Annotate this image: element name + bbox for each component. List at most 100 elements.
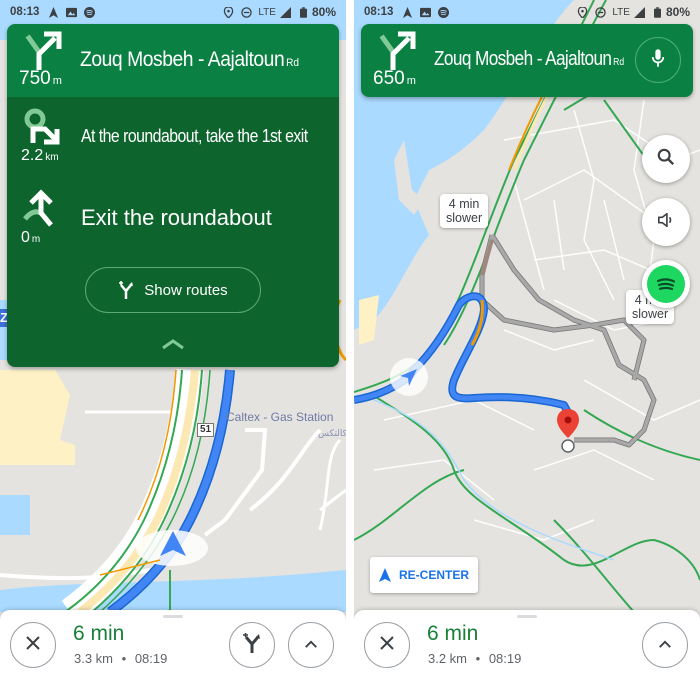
alternate-routes-button[interactable] — [229, 622, 275, 668]
re-center-label: RE-CENTER — [398, 568, 469, 582]
bubble-line-2: slower — [632, 307, 669, 321]
re-center-button[interactable]: RE-CENTER — [370, 557, 478, 593]
street-suffix: Rd — [286, 57, 300, 69]
routes-fork-icon — [118, 281, 134, 299]
trip-summary-sheet[interactable]: 6 min 3.2 km • 08:19 — [354, 610, 700, 678]
distance-unit: m — [406, 75, 416, 87]
trip-summary-sheet[interactable]: 6 min 3.3 km • 08:19 — [0, 610, 346, 678]
location-icon — [576, 6, 588, 18]
step-item[interactable]: 0m Exit the roundabout — [7, 183, 339, 259]
status-bar: 08:13 LTE 80% — [354, 0, 700, 24]
status-time: 08:13 — [364, 6, 394, 18]
poi-label-arabic: كالتكس — [318, 428, 346, 438]
spotify-button[interactable] — [642, 260, 690, 308]
close-icon — [379, 635, 395, 656]
trip-distance: 3.2 km — [428, 651, 468, 666]
show-routes-button[interactable]: Show routes — [85, 267, 261, 313]
bubble-line-2: slower — [446, 211, 483, 225]
image-icon — [419, 6, 431, 18]
battery-percent: 80% — [665, 5, 690, 19]
step-item[interactable]: 2.2 km At the roundabout, take the 1st ex… — [7, 101, 339, 177]
step-distance: 0m — [21, 229, 40, 247]
volume-icon — [657, 211, 675, 234]
roundabout-exit-icon — [23, 189, 63, 227]
current-maneuver-panel[interactable]: 650 m Zouq Mosbeh - Aajaltoun Rd — [361, 24, 693, 97]
exit-navigation-button[interactable] — [10, 622, 56, 668]
alt-route-time-bubble[interactable]: 4 min slower — [440, 194, 489, 228]
trip-distance: 3.3 km — [74, 651, 114, 666]
navigation-icon — [401, 6, 413, 18]
current-location-arrow-icon — [400, 369, 417, 386]
drag-handle[interactable] — [517, 615, 537, 618]
separator: • — [121, 651, 127, 666]
eta-duration: 6 min — [427, 622, 479, 645]
dnd-icon — [240, 6, 252, 18]
chevron-up-icon — [658, 636, 672, 654]
show-routes-label: Show routes — [144, 281, 228, 299]
network-type: LTE — [258, 6, 276, 18]
navigation-instructions-panel[interactable]: 750 m Zouq Mosbeh - Aajaltoun Rd 2.2 km At … — [7, 24, 339, 367]
street-name-text: Zouq Mosbeh - Aajaltoun — [434, 48, 612, 70]
signal-icon — [634, 6, 646, 18]
exit-navigation-button[interactable] — [364, 622, 410, 668]
upcoming-steps: 2.2 km At the roundabout, take the 1st ex… — [7, 97, 339, 367]
status-time: 08:13 — [10, 6, 40, 18]
expand-sheet-button[interactable] — [288, 622, 334, 668]
maneuver-distance: 650 m — [373, 68, 416, 90]
street-name: Zouq Mosbeh - Aajaltoun Rd — [434, 48, 624, 71]
search-icon — [657, 148, 675, 171]
dnd-icon — [594, 6, 606, 18]
search-along-route-button[interactable] — [642, 135, 690, 183]
road-shield: 51 — [197, 423, 215, 437]
microphone-icon — [651, 48, 665, 73]
phone-screen-right: 4 min slower 4 min slower 08:13 LTE 80% … — [354, 0, 700, 678]
step-distance-value: 0 — [21, 229, 30, 246]
current-location-arrow-icon — [157, 528, 189, 560]
location-icon — [222, 6, 234, 18]
step-instruction: Exit the roundabout — [81, 205, 272, 230]
drag-handle[interactable] — [163, 615, 183, 618]
distance-unit: m — [52, 75, 62, 87]
signal-icon — [280, 6, 292, 18]
eta-duration: 6 min — [73, 622, 125, 645]
close-icon — [25, 635, 41, 656]
current-maneuver[interactable]: 750 m Zouq Mosbeh - Aajaltoun Rd — [7, 24, 339, 97]
routes-fork-icon — [243, 632, 261, 658]
battery-percent: 80% — [311, 5, 336, 19]
current-location-marker — [390, 358, 428, 396]
trip-details: 3.2 km • 08:19 — [428, 651, 521, 666]
network-type: LTE — [612, 6, 630, 18]
street-suffix: Rd — [613, 57, 625, 68]
step-instruction: At the roundabout, take the 1st exit — [81, 126, 308, 146]
step-distance-unit: km — [45, 152, 59, 163]
image-icon — [65, 6, 77, 18]
distance-value: 750 — [19, 68, 51, 89]
spotify-icon — [83, 6, 95, 18]
street-name: Zouq Mosbeh - Aajaltoun Rd — [80, 48, 299, 72]
sound-settings-button[interactable] — [642, 198, 690, 246]
expand-sheet-button[interactable] — [642, 622, 688, 668]
spotify-icon — [647, 265, 685, 303]
collapse-chevron-icon[interactable] — [159, 337, 187, 351]
arrival-time: 08:19 — [488, 651, 522, 666]
slight-right-icon — [21, 30, 65, 70]
roundabout-icon — [23, 107, 63, 145]
step-distance-unit: m — [31, 234, 41, 245]
voice-search-button[interactable] — [635, 37, 681, 83]
status-bar: 08:13 LTE 80% — [0, 0, 346, 24]
navigation-arrow-icon — [378, 568, 391, 582]
destination-pin-icon[interactable] — [555, 408, 581, 454]
maneuver-distance: 750 m — [19, 68, 62, 90]
step-distance: 2.2 km — [21, 147, 59, 165]
phone-screen-left: 51 Caltex - Gas Station كالتكس Z 08:13 L… — [0, 0, 346, 678]
street-name-text: Zouq Mosbeh - Aajaltoun — [80, 48, 285, 71]
navigation-icon — [47, 6, 59, 18]
chevron-up-icon — [304, 636, 318, 654]
battery-icon — [652, 6, 664, 18]
arrival-time: 08:19 — [134, 651, 168, 666]
poi-label[interactable]: Caltex - Gas Station — [226, 410, 333, 424]
slight-right-icon — [375, 30, 419, 70]
bubble-line-1: 4 min — [448, 197, 480, 211]
trip-details: 3.3 km • 08:19 — [74, 651, 167, 666]
step-distance-value: 2.2 — [21, 147, 44, 164]
